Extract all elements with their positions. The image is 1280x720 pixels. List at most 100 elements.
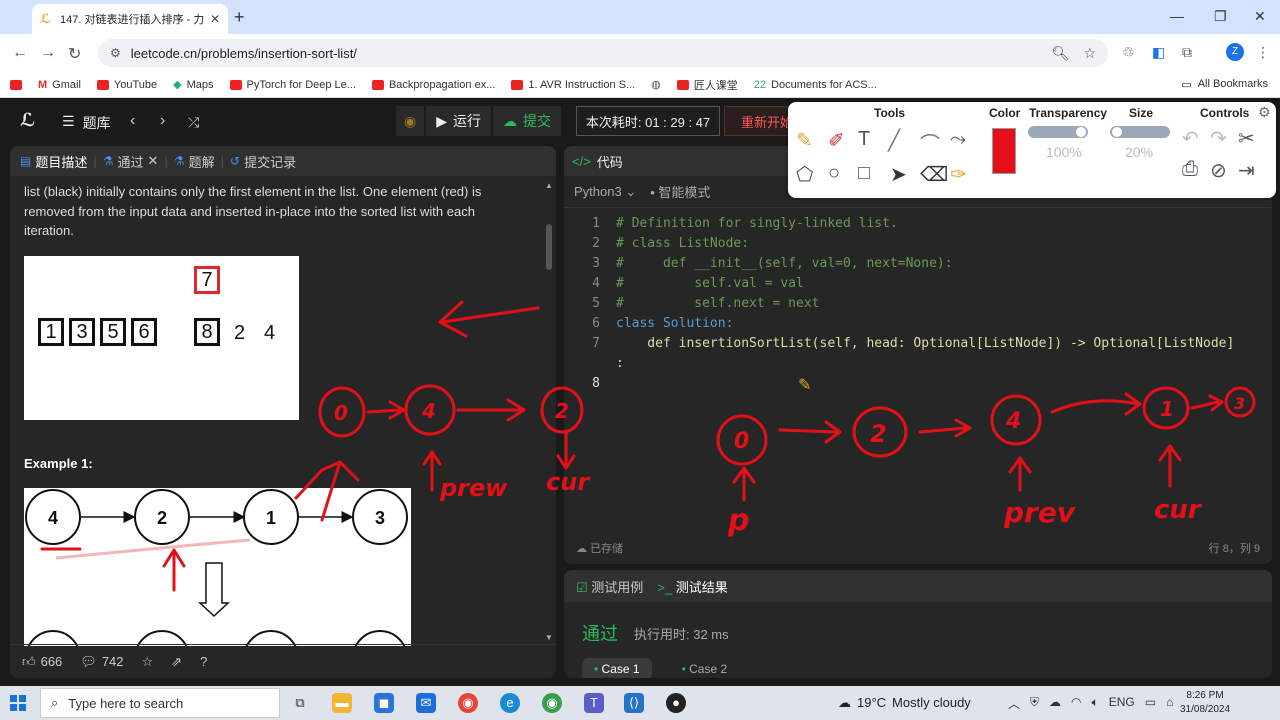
all-bookmarks[interactable]: ▭ All Bookmarks [1181, 78, 1268, 91]
rectangle-tool-icon[interactable]: □ [858, 162, 870, 185]
extension-icon[interactable]: ♲ [1122, 44, 1135, 61]
windows-start-icon[interactable] [10, 695, 26, 711]
tab-accepted[interactable]: ⚗ 通过 ✕ [103, 152, 159, 171]
close-window-icon[interactable]: ✕ [1254, 8, 1266, 25]
bookmark-youtube[interactable]: YouTube [96, 79, 157, 91]
new-tab-button[interactable]: + [234, 7, 245, 28]
transparency-slider[interactable] [1028, 126, 1088, 138]
menu-icon[interactable]: ⋮ [1256, 44, 1270, 61]
document-icon: ▤ [20, 154, 32, 168]
notification-icon[interactable]: ⌂ [1166, 695, 1173, 712]
submit-button[interactable]: ☁ 提交 [493, 106, 561, 136]
wifi-icon[interactable]: ◠ [1071, 695, 1081, 712]
cloud-sync-icon[interactable]: ☁ [1049, 695, 1061, 712]
bookmark-acs[interactable]: 22 Documents for ACS... [754, 79, 877, 91]
undo-icon[interactable]: ↶ [1182, 126, 1199, 151]
close-icon[interactable]: ✕ [148, 153, 159, 169]
prev-problem-icon[interactable]: ‹ [130, 112, 135, 130]
volume-icon[interactable]: 🔈︎ [1092, 695, 1099, 712]
redo-icon[interactable]: ↷ [1210, 126, 1227, 151]
cursor-tool-icon[interactable]: ➤ [890, 162, 907, 187]
restart-button[interactable]: 重新开始 [724, 106, 794, 136]
bookmark-item[interactable] [10, 79, 22, 90]
shuffle-icon[interactable]: ⤮ [188, 114, 199, 131]
battery-icon[interactable]: ▭ [1145, 695, 1156, 712]
bookmark-gmail[interactable]: M Gmail [38, 79, 81, 91]
eraser-icon[interactable]: ⌫ [920, 162, 948, 187]
reload-icon[interactable]: ↻ [68, 44, 81, 64]
favorite-button[interactable]: ☆ [142, 654, 154, 670]
profile-avatar[interactable]: Z [1226, 43, 1244, 61]
debug-icon[interactable]: ◉ [396, 106, 425, 136]
like-button[interactable]: 👍︎ 666 [22, 654, 62, 670]
edge-icon[interactable]: e [500, 693, 520, 713]
forward-icon[interactable]: → [40, 44, 56, 62]
settings-gear-icon[interactable]: ⚙ [1258, 104, 1271, 121]
bookmark-maps[interactable]: ◆ Maps [173, 78, 213, 92]
tab-submissions[interactable]: ↺ 提交记录 [230, 152, 296, 171]
bookmark-pytorch[interactable]: PyTorch for Deep Le... [229, 79, 356, 91]
extensions-puzzle-icon[interactable]: ⧉ [1182, 44, 1192, 61]
case-tab-1[interactable]: • Case 1 [582, 658, 652, 678]
browser-tab[interactable]: ℒ 147. 对链表进行插入排序 - 力扣 ✕ [32, 4, 228, 34]
pentagon-tool-icon[interactable]: ⬠ [796, 162, 813, 187]
leetcode-logo-icon[interactable]: ℒ [20, 110, 40, 134]
circle-tool-icon[interactable]: ○ [828, 162, 840, 185]
size-slider[interactable] [1110, 126, 1170, 138]
run-button[interactable]: ▶ 运行 [426, 106, 491, 136]
bookmark-avr[interactable]: 1. AVR Instruction S... [511, 79, 635, 91]
taskbar-search[interactable]: ⌕ Type here to search [40, 688, 280, 718]
pencil-icon[interactable]: ✎ [796, 128, 813, 153]
exit-icon[interactable]: ⇥ [1238, 158, 1255, 183]
hide-eye-icon[interactable]: ⊘ [1210, 158, 1227, 183]
tab-testcase[interactable]: ☑ 测试用例 [576, 577, 643, 596]
back-icon[interactable]: ← [12, 44, 28, 62]
bookmark-globe[interactable]: ◍ [651, 78, 661, 91]
store-icon[interactable]: ◼ [374, 693, 394, 713]
curve-tool-icon[interactable]: ⌒ [920, 128, 940, 157]
language-indicator[interactable]: ENG [1109, 695, 1135, 712]
chrome-icon[interactable]: ◉ [458, 693, 478, 713]
marker-icon[interactable]: ✐ [828, 128, 845, 153]
highlighter-icon[interactable]: ✑ [950, 162, 967, 187]
bookmark-jiangren[interactable]: 匠人课堂 [676, 77, 738, 93]
file-explorer-icon[interactable]: ▬ [332, 693, 352, 713]
line-tool-icon[interactable]: ╱ [888, 128, 900, 153]
maximize-icon[interactable]: ❐ [1214, 8, 1227, 25]
address-bar[interactable]: ⚙ leetcode.cn/problems/insertion-sort-li… [98, 39, 1108, 67]
close-tab-icon[interactable]: ✕ [210, 12, 220, 26]
vscode-icon[interactable]: ⟨⟩ [624, 693, 644, 713]
minimize-icon[interactable]: — [1170, 8, 1184, 24]
chrome-icon[interactable]: ◉ [542, 693, 562, 713]
clear-icon[interactable]: ✂ [1238, 126, 1255, 151]
extension-icon[interactable]: ◧ [1152, 44, 1165, 61]
text-tool-icon[interactable]: T [858, 128, 870, 151]
shield-icon[interactable]: ⛨ [1030, 695, 1039, 712]
taskbar-clock[interactable]: 8:26 PM 31/08/2024 [1180, 689, 1230, 717]
app-icon[interactable]: ● [666, 693, 686, 713]
camera-icon[interactable]: ⎙ [1182, 158, 1198, 181]
description-scrollbar[interactable]: ▲ ▼ [544, 180, 554, 642]
weather-widget[interactable]: ☁ 19°C Mostly cloudy [838, 695, 971, 711]
teams-icon[interactable]: T [584, 693, 604, 713]
bookmark-backprop[interactable]: Backpropagation ex... [371, 79, 495, 91]
case-tab-2[interactable]: • Case 2 [670, 658, 740, 678]
color-swatch[interactable] [992, 128, 1016, 174]
task-view-icon[interactable]: ⧉ [290, 693, 310, 713]
connector-tool-icon[interactable]: ⤳ [950, 128, 966, 151]
bookmark-star-icon[interactable]: ☆ [1083, 45, 1096, 62]
site-info-icon[interactable]: ⚙ [110, 46, 121, 60]
tab-test-result[interactable]: >_ 测试结果 [657, 577, 727, 596]
next-problem-icon[interactable]: › [160, 112, 165, 130]
mail-icon[interactable]: ✉ [416, 693, 436, 713]
problem-list-button[interactable]: ☰ 题库 [62, 113, 111, 133]
zoom-icon[interactable]: 🔍︎ [1052, 45, 1070, 62]
smart-mode-toggle[interactable]: • 智能模式 [650, 182, 710, 201]
language-select[interactable]: Python3 ⌄ [574, 184, 636, 200]
tab-solutions[interactable]: ⚗ 题解 [174, 152, 215, 171]
tab-description[interactable]: ▤ 题目描述 [20, 152, 87, 171]
help-button[interactable]: ? [200, 654, 207, 669]
comments-button[interactable]: 💬︎ 742 [80, 654, 123, 670]
tray-chevron-icon[interactable]: ︿ [1008, 695, 1020, 712]
share-button[interactable]: ⇗ [171, 654, 182, 670]
